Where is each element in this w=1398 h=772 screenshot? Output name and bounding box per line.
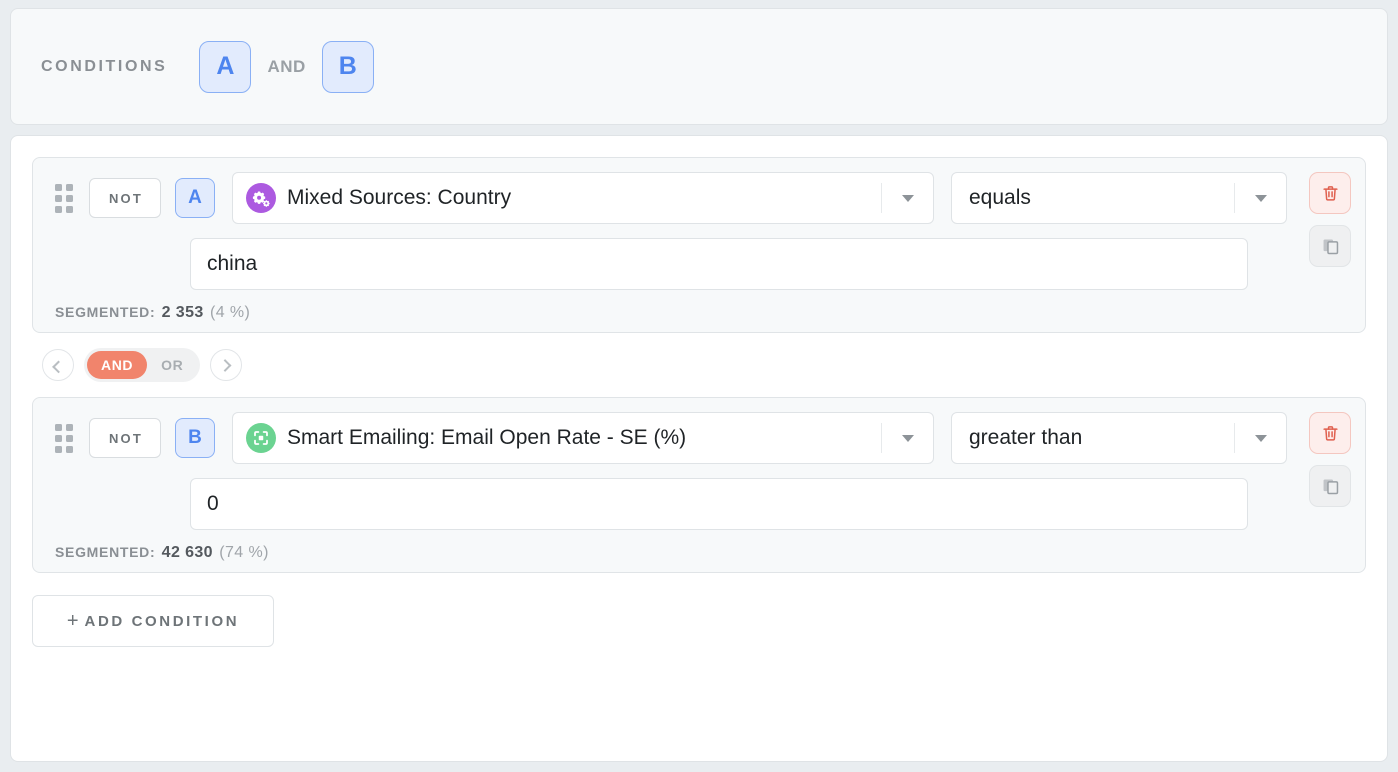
field-select-a-value: Mixed Sources: Country <box>287 186 512 209</box>
drag-handle-icon[interactable] <box>53 183 75 213</box>
joiner-next-button[interactable] <box>210 349 243 381</box>
value-input-b[interactable] <box>190 478 1248 530</box>
chevron-down-icon <box>901 194 914 202</box>
field-select-a[interactable]: Mixed Sources: Country <box>232 172 934 224</box>
joiner-option-or[interactable]: OR <box>147 351 197 379</box>
chevron-down-icon <box>901 434 914 442</box>
condition-b-value-row <box>33 464 1365 530</box>
segmented-percent-b: (74 %) <box>219 544 269 561</box>
condition-b-actions <box>1309 412 1351 507</box>
segmented-count-b: 42 630 <box>161 544 213 561</box>
operator-select-b-value: greater than <box>969 426 1083 449</box>
duplicate-condition-a-button[interactable] <box>1309 225 1351 267</box>
operator-select-a[interactable]: equals <box>951 172 1287 224</box>
condition-joiner-row: AND OR <box>32 333 1366 397</box>
segmented-stats-a: SEGMENTED: 2 353 (4 %) <box>33 290 1365 322</box>
operator-select-b[interactable]: greater than <box>951 412 1287 464</box>
chevron-left-icon <box>51 360 65 373</box>
chevron-down-icon <box>1254 194 1267 202</box>
add-condition-label: ADD CONDITION <box>84 612 240 630</box>
conditions-label: CONDITIONS <box>41 57 168 75</box>
value-input-a[interactable] <box>190 238 1248 290</box>
chip-joiner-label: AND <box>267 56 306 76</box>
condition-block-b: NOT B Smart Emailing: Email Open Rate - … <box>32 397 1366 573</box>
field-select-b-value: Smart Emailing: Email Open Rate - SE (%) <box>287 426 687 449</box>
conditions-builder-page: CONDITIONS A AND B NOT A Mixed Sources: … <box>0 0 1398 772</box>
field-select-b[interactable]: Smart Emailing: Email Open Rate - SE (%) <box>232 412 934 464</box>
condition-letter-badge-b[interactable]: B <box>175 418 215 458</box>
not-toggle-a[interactable]: NOT <box>89 178 161 218</box>
condition-b-row: NOT B Smart Emailing: Email Open Rate - … <box>33 412 1365 464</box>
joiner-option-and[interactable]: AND <box>87 351 148 379</box>
segmented-percent-a: (4 %) <box>209 304 251 321</box>
conditions-summary-card: CONDITIONS A AND B <box>10 8 1388 125</box>
not-toggle-b[interactable]: NOT <box>89 418 161 458</box>
segmented-count-a: 2 353 <box>161 304 204 321</box>
field-select-a-caret[interactable] <box>881 183 933 213</box>
duplicate-condition-b-button[interactable] <box>1309 465 1351 507</box>
segmented-label-a: SEGMENTED: <box>55 304 156 320</box>
conditions-chip-group: A AND B <box>199 40 374 93</box>
and-or-toggle[interactable]: AND OR <box>84 348 201 382</box>
operator-select-b-caret[interactable] <box>1234 423 1286 453</box>
add-condition-button[interactable]: + ADD CONDITION <box>32 595 274 647</box>
chevron-right-icon <box>218 358 232 372</box>
operator-select-a-caret[interactable] <box>1234 183 1286 213</box>
segmented-label-b: SEGMENTED: <box>55 544 156 560</box>
delete-condition-b-button[interactable] <box>1309 412 1351 454</box>
condition-a-value-row <box>33 224 1365 290</box>
condition-a-row: NOT A Mixed Sources: Country equals <box>33 172 1365 224</box>
condition-a-actions <box>1309 172 1351 267</box>
gears-icon <box>246 183 276 213</box>
drag-handle-icon[interactable] <box>53 423 75 453</box>
condition-chip-b[interactable]: B <box>321 40 374 93</box>
segmented-stats-b: SEGMENTED: 42 630 (74 %) <box>33 530 1365 562</box>
operator-select-a-value: equals <box>969 186 1031 209</box>
condition-letter-badge-a[interactable]: A <box>175 178 215 218</box>
condition-block-a: NOT A Mixed Sources: Country equals chin… <box>32 157 1366 333</box>
plus-icon: + <box>66 609 79 632</box>
chevron-down-icon <box>1254 434 1267 442</box>
joiner-prev-button[interactable] <box>42 349 74 381</box>
conditions-editor-card: NOT A Mixed Sources: Country equals chin… <box>10 135 1388 762</box>
frame-icon <box>246 423 276 453</box>
condition-chip-a[interactable]: A <box>199 40 252 93</box>
delete-condition-a-button[interactable] <box>1309 172 1351 214</box>
field-select-b-caret[interactable] <box>881 423 933 453</box>
